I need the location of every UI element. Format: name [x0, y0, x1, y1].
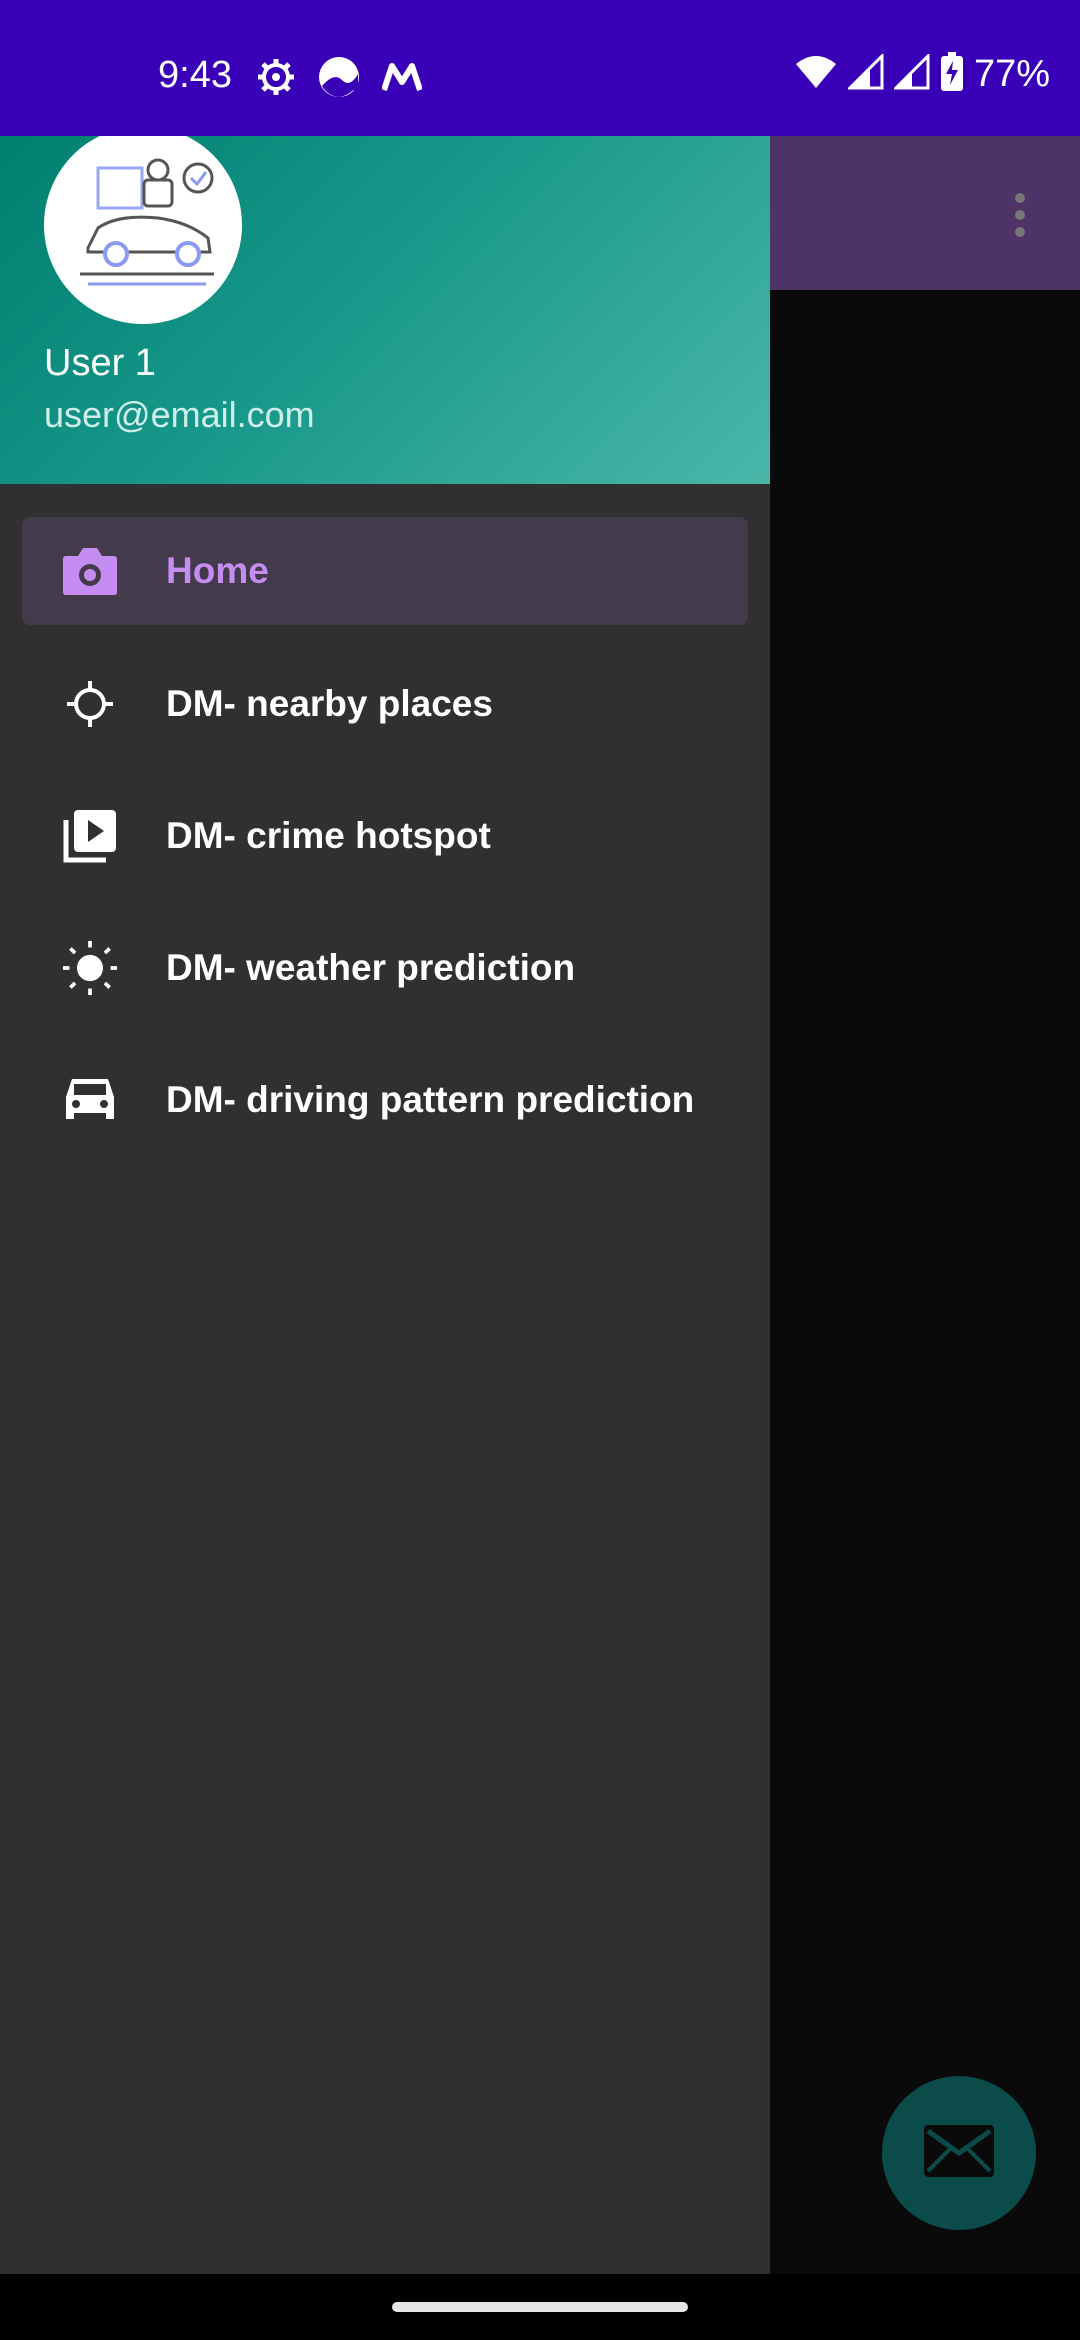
camera-icon	[62, 543, 118, 599]
nav-item-label: DM- driving pattern prediction	[166, 1079, 695, 1120]
mail-icon	[924, 2124, 994, 2182]
nav-item-home[interactable]: Home	[22, 517, 748, 625]
status-bar: 9:43 77%	[0, 0, 1080, 136]
status-time: 9:43	[158, 54, 232, 96]
circle-app-icon	[318, 56, 360, 103]
drawer-header: User 1 user@email.com	[0, 136, 770, 484]
signal-icon	[846, 52, 884, 95]
nav-item-label: Home	[166, 550, 269, 591]
m-app-icon	[381, 62, 423, 97]
overflow-menu-icon[interactable]	[1000, 190, 1040, 240]
nav-item-driving-pattern-prediction[interactable]: DM- driving pattern prediction	[22, 1046, 748, 1154]
battery-percentage: 77%	[973, 53, 1050, 95]
settings-gear-icon	[256, 57, 296, 102]
status-system-icons: 77%	[794, 52, 1050, 97]
gps-target-icon	[62, 676, 118, 732]
navigation-drawer[interactable]: User 1 user@email.com Home DM- nearby pl…	[0, 136, 770, 2274]
battery-charging-icon	[940, 52, 964, 97]
user-email: user@email.com	[44, 394, 315, 435]
status-notification-icons	[256, 56, 423, 103]
nav-item-label: DM- weather prediction	[166, 947, 576, 988]
email-fab-button[interactable]	[882, 2076, 1036, 2230]
user-name: User 1	[44, 342, 156, 384]
wifi-icon	[794, 54, 838, 95]
avatar[interactable]	[44, 136, 242, 324]
nav-item-weather-prediction[interactable]: DM- weather prediction	[22, 914, 748, 1022]
nav-item-nearby-places[interactable]: DM- nearby places	[22, 650, 748, 758]
nav-item-label: DM- crime hotspot	[166, 815, 491, 856]
nav-item-label: DM- nearby places	[166, 683, 493, 724]
sun-icon	[62, 940, 118, 996]
video-library-icon	[62, 808, 118, 864]
driver-car-icon	[58, 148, 228, 303]
home-gesture-handle[interactable]	[392, 2302, 688, 2312]
nav-item-crime-hotspot[interactable]: DM- crime hotspot	[22, 782, 748, 890]
car-icon	[62, 1072, 118, 1128]
signal-icon	[892, 52, 930, 95]
